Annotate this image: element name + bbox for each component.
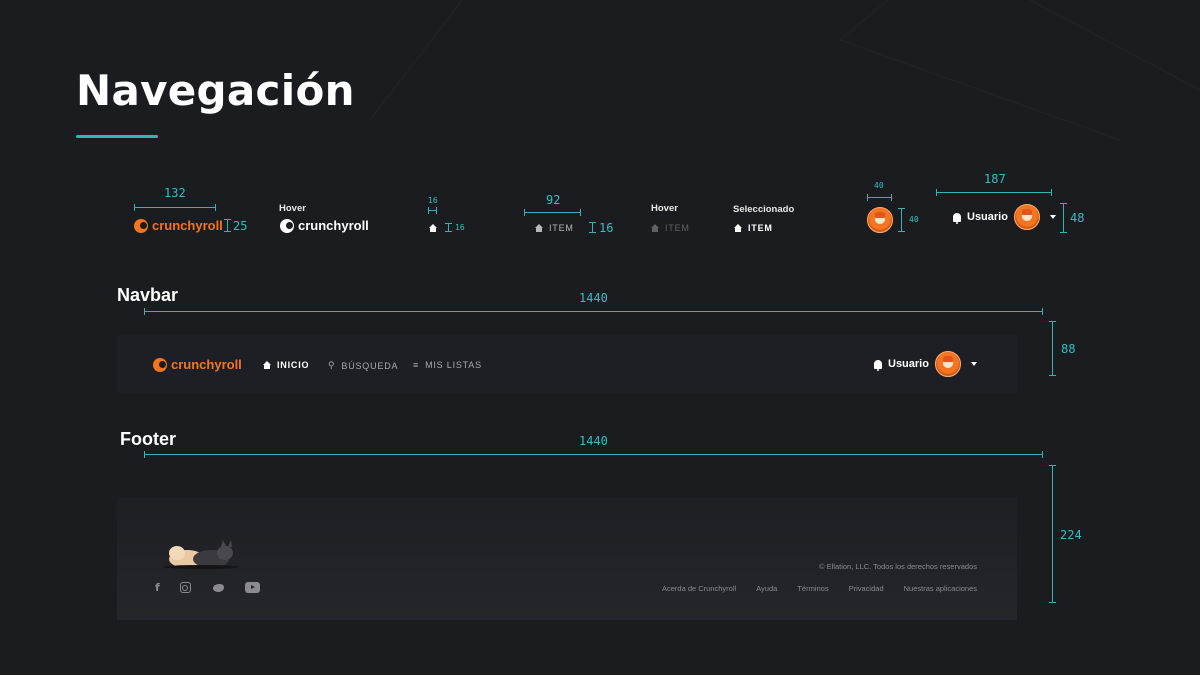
logo-text: crunchyroll (152, 218, 223, 233)
logo-height-dimension (224, 219, 231, 232)
user-label: Usuario (967, 211, 1008, 223)
item-selected-label: Seleccionado (733, 204, 795, 215)
footer-section-title: Footer (120, 429, 176, 449)
icon-height-value: 16 (455, 223, 465, 232)
nav-item-inicio[interactable]: INICIO (263, 360, 309, 370)
avatar-width-value: 40 (874, 181, 884, 190)
avatar (1013, 204, 1040, 230)
logo-hover-label: Hover (279, 203, 306, 214)
bell-icon (953, 212, 961, 224)
crunchyroll-logo-hover[interactable]: crunchyroll (280, 218, 369, 233)
avatar (934, 351, 961, 377)
page-title: Navegación (76, 66, 355, 115)
footer-links: Acerda de Crunchyroll Ayuda Términos Pri… (662, 584, 977, 593)
nav-item-default[interactable]: ITEM (535, 223, 574, 233)
home-icon (535, 224, 543, 232)
crunchyroll-logo-icon (134, 218, 148, 233)
user-height-dimension (1060, 203, 1067, 233)
icon-width-value: 16 (428, 196, 438, 205)
navbar-user-menu[interactable]: Usuario (874, 351, 977, 377)
user-width-value: 187 (984, 172, 1006, 186)
nav-item-busqueda[interactable]: ⚲ BÚSQUEDA (328, 360, 398, 371)
youtube-icon[interactable] (244, 582, 260, 593)
logo-width-value: 132 (164, 186, 186, 200)
item-height-value: 16 (599, 221, 614, 235)
footer-link-help[interactable]: Ayuda (756, 584, 777, 593)
nav-item-label: ITEM (549, 223, 574, 233)
chevron-down-icon (1049, 215, 1056, 219)
title-underline (76, 135, 158, 138)
home-icon (734, 224, 742, 232)
icon-width-dimension (428, 207, 437, 214)
item-width-dimension (524, 209, 581, 216)
footer-link-about[interactable]: Acerda de Crunchyroll (662, 584, 736, 593)
avatar-height-dimension (898, 208, 905, 232)
footer-link-privacy[interactable]: Privacidad (849, 584, 884, 593)
item-hover-label: Hover (651, 203, 678, 214)
user-height-value: 48 (1070, 211, 1085, 225)
avatar-width-dimension (867, 194, 892, 201)
navbar-height-value: 88 (1061, 342, 1076, 356)
footer-link-terms[interactable]: Términos (797, 584, 828, 593)
item-height-dimension (589, 222, 596, 233)
user-label: Usuario (888, 358, 929, 370)
crunchyroll-logo[interactable]: crunchyroll (134, 218, 223, 233)
search-icon: ⚲ (328, 360, 336, 370)
logo-text: crunchyroll (298, 218, 369, 233)
navbar-section-title: Navbar (117, 285, 179, 305)
logo-height-value: 25 (233, 219, 248, 233)
footer-height-value: 224 (1060, 528, 1082, 542)
footer: f © Ellation, LLC. Todos los derechos re… (117, 497, 1017, 620)
home-icon (263, 361, 271, 369)
nav-item-hover[interactable]: ITEM (651, 223, 690, 233)
nav-item-label: INICIO (277, 360, 310, 370)
chevron-down-icon (970, 362, 977, 366)
footer-height-dimension (1049, 465, 1056, 603)
logo-text: crunchyroll (171, 357, 242, 372)
navbar-logo[interactable]: crunchyroll (153, 357, 242, 372)
social-links: f (155, 581, 260, 594)
user-menu[interactable]: Usuario (953, 204, 1056, 230)
nav-item-label: ITEM (748, 223, 773, 233)
user-width-dimension (936, 189, 1052, 196)
nav-item-label: MIS LISTAS (425, 360, 482, 370)
footer-width-value: 1440 (579, 434, 608, 448)
avatar-height-value: 40 (909, 215, 919, 224)
footer-copyright: © Ellation, LLC. Todos los derechos rese… (819, 562, 977, 571)
navbar: crunchyroll INICIO ⚲ BÚSQUEDA ≡ MIS LIST… (117, 335, 1017, 393)
nav-item-label: BÚSQUEDA (341, 360, 399, 371)
navbar-width-dimension (144, 308, 1043, 315)
sleeping-mascot-illustration (163, 540, 239, 569)
navbar-width-value: 1440 (579, 291, 608, 305)
facebook-icon[interactable]: f (155, 581, 160, 594)
nav-item-label: ITEM (665, 223, 690, 233)
avatar[interactable] (867, 207, 893, 233)
bell-icon (874, 359, 882, 371)
crunchyroll-logo-icon (153, 357, 167, 372)
item-width-value: 92 (546, 193, 561, 207)
navbar-height-dimension (1049, 321, 1056, 376)
list-icon: ≡ (413, 360, 420, 370)
logo-width-dimension (134, 204, 216, 211)
home-icon (651, 224, 659, 232)
nav-item-selected[interactable]: ITEM (734, 223, 773, 233)
footer-width-dimension (144, 451, 1043, 458)
instagram-icon[interactable] (179, 582, 191, 593)
icon-height-dimension (445, 223, 452, 232)
twitter-icon[interactable] (211, 582, 225, 593)
crunchyroll-logo-icon (280, 218, 294, 233)
home-icon (429, 224, 437, 232)
nav-item-mis-listas[interactable]: ≡ MIS LISTAS (413, 360, 482, 370)
footer-link-apps[interactable]: Nuestras aplicaciones (904, 584, 977, 593)
